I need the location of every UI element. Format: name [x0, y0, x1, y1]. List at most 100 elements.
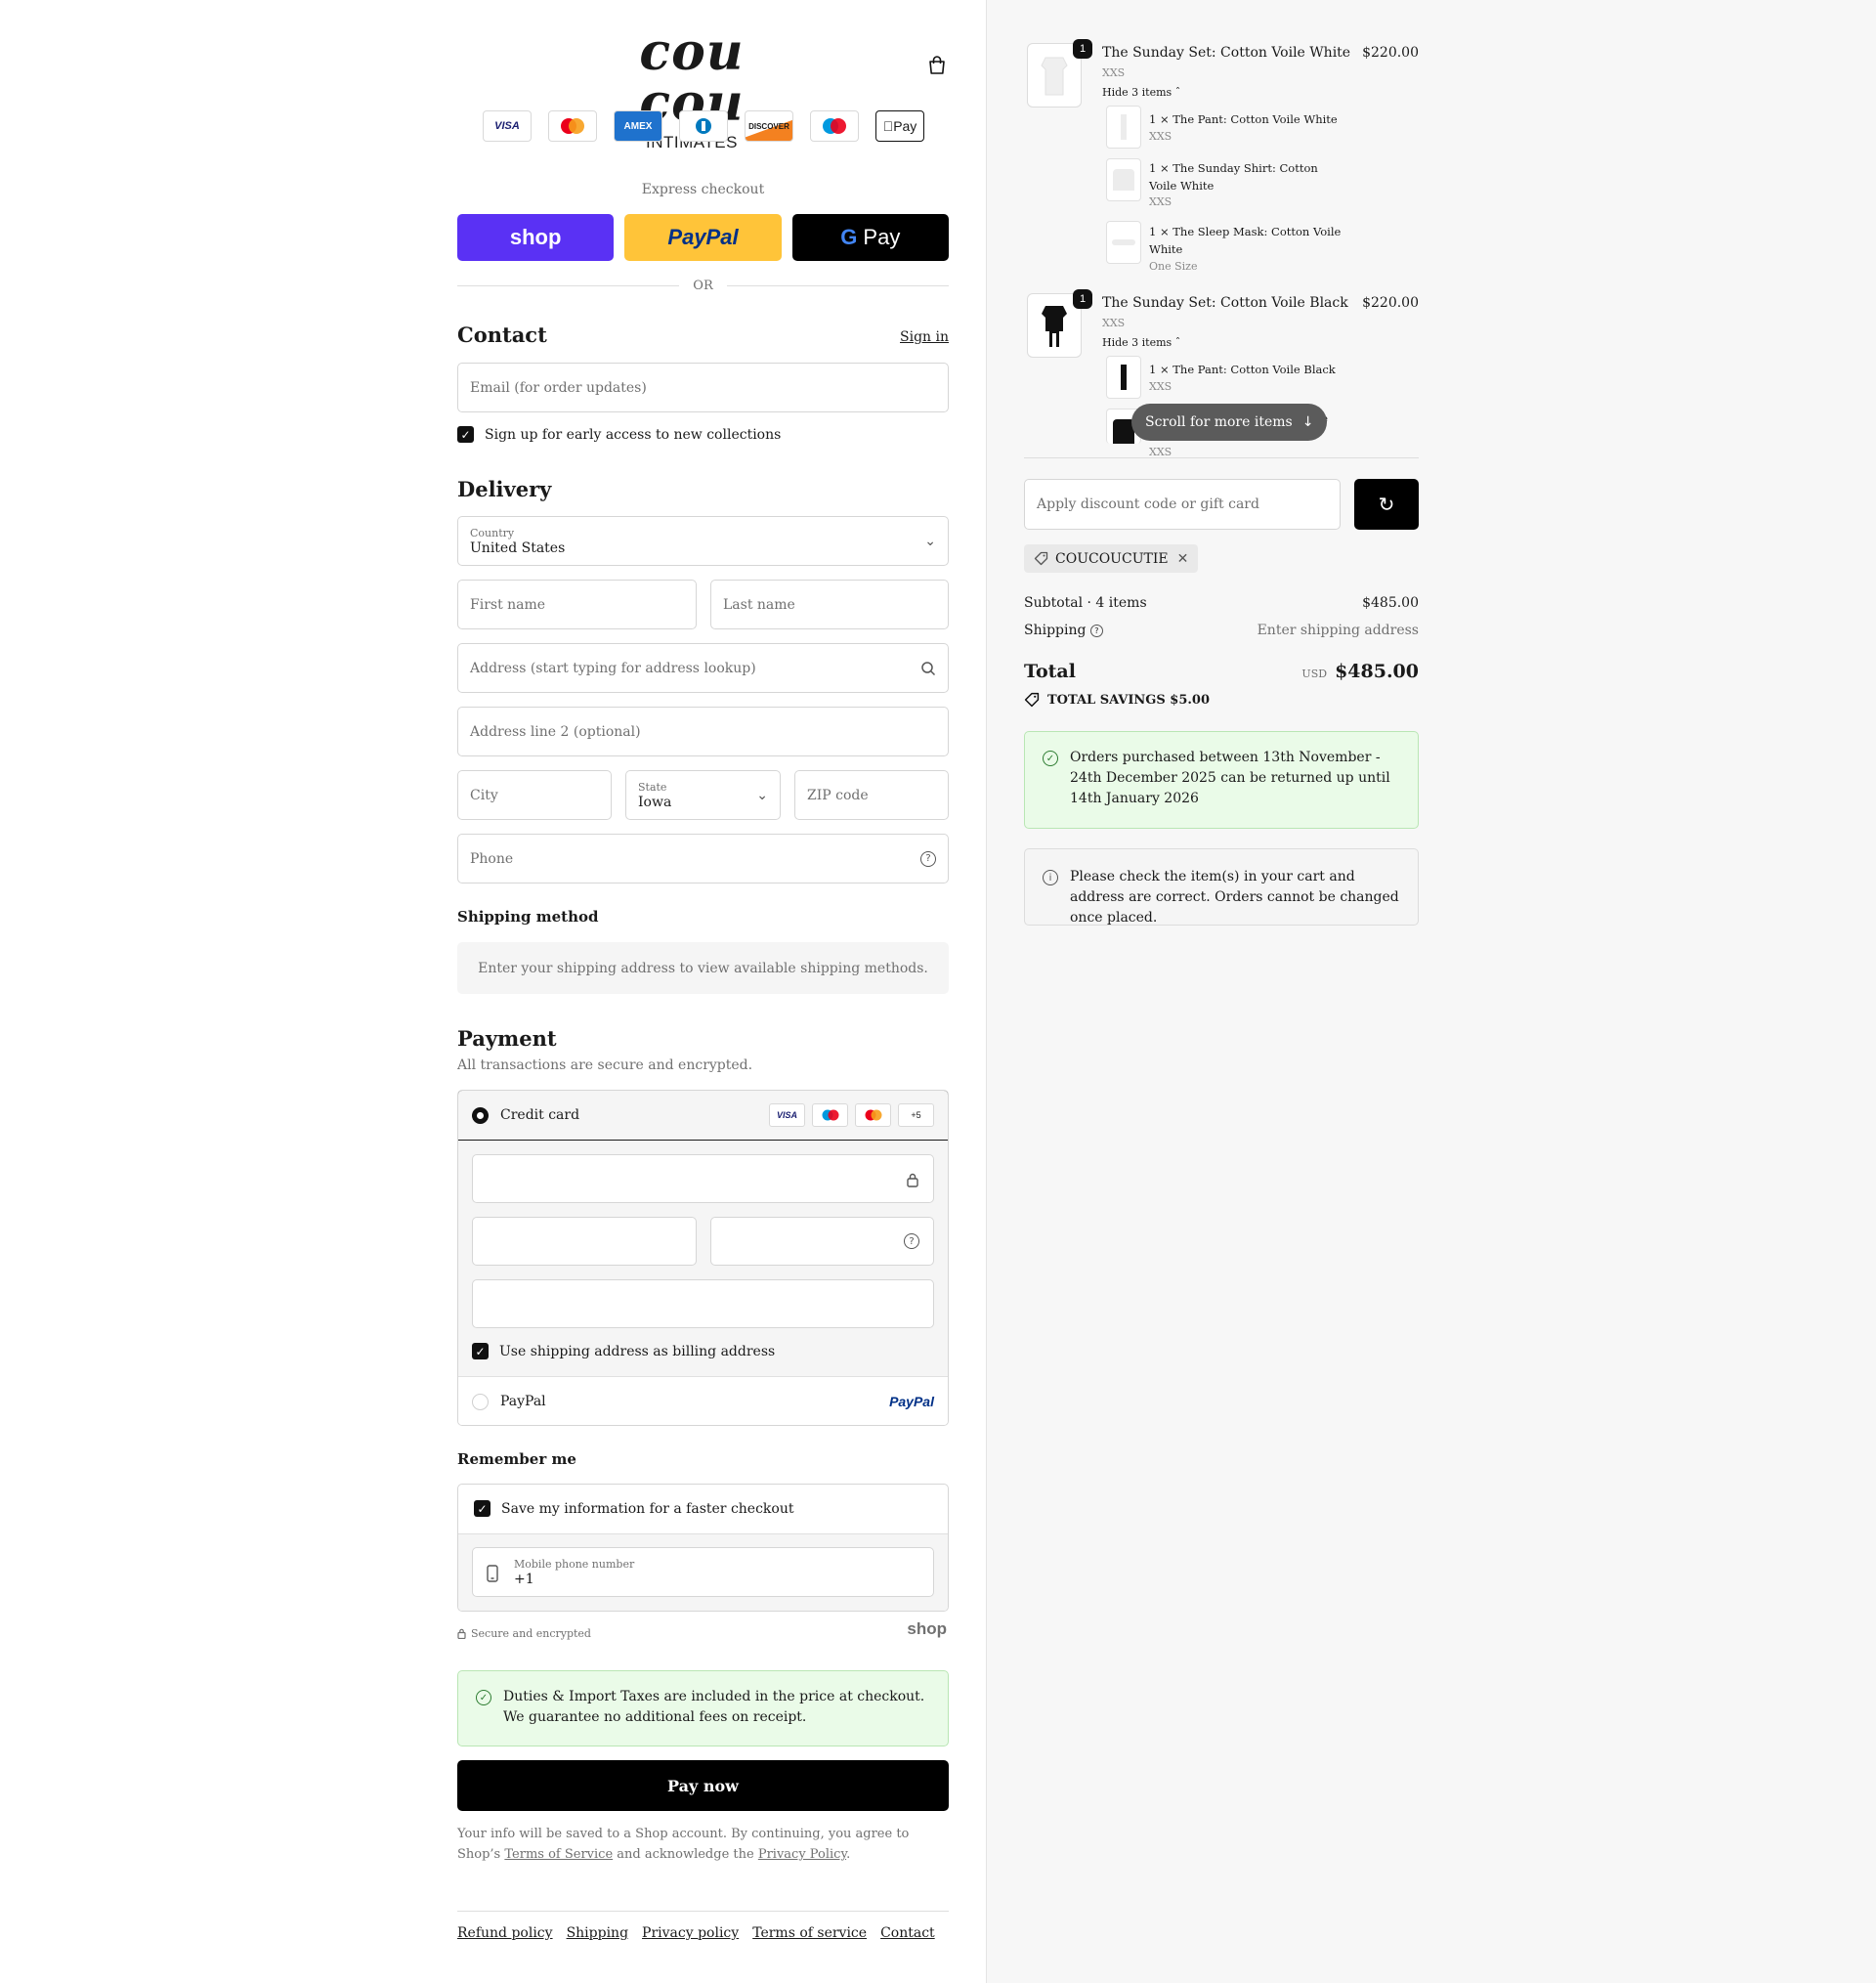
delivery-heading: Delivery — [457, 477, 552, 501]
bundle-item-variant: One Size — [1149, 260, 1198, 273]
remove-discount-icon[interactable]: ✕ — [1177, 551, 1189, 567]
express-checkout-label: Express checkout — [641, 182, 765, 197]
mastercard-logo — [548, 110, 597, 142]
maestro-logo — [812, 1103, 848, 1127]
save-info-row[interactable]: ✓ Save my information for a faster check… — [474, 1500, 794, 1517]
mobile-phone-field[interactable]: Mobile phone number +1 — [472, 1547, 934, 1597]
billing-same-label: Use shipping address as billing address — [499, 1343, 776, 1359]
amex-logo: AMEX — [614, 110, 662, 142]
bundle-item-title: 1 × The Sunday Shirt: Cotton Voile White — [1149, 161, 1318, 193]
bundle-item-title: 1 × The Sleep Mask: Cotton Voile White — [1149, 225, 1342, 256]
billing-same-row[interactable]: ✓ Use shipping address as billing addres… — [472, 1343, 775, 1359]
privacy-policy-link[interactable]: Privacy Policy — [758, 1847, 846, 1862]
credit-card-radio[interactable] — [472, 1106, 489, 1124]
help-icon[interactable]: ? — [1089, 624, 1103, 637]
apply-discount-button[interactable]: ↻ — [1354, 479, 1419, 530]
shop-logo: shop — [907, 1619, 947, 1638]
bundle-item-variant: XXS — [1149, 195, 1172, 208]
order-check-notice: i Please check the item(s) in your cart … — [1024, 848, 1419, 926]
express-checkout-buttons: shop PayPal G Pay — [457, 214, 949, 261]
visa-logo: VISA — [769, 1103, 805, 1127]
google-pay-button[interactable]: G Pay — [791, 214, 949, 261]
contact-heading: Contact — [457, 323, 547, 347]
hide-items-toggle[interactable]: Hide 3 items ˆ — [1102, 86, 1180, 99]
info-icon: i — [1043, 870, 1058, 885]
chevron-up-icon: ˆ — [1174, 336, 1181, 349]
email-field[interactable]: Email (for order updates) — [457, 363, 949, 412]
discover-logo: DISCOVER — [745, 110, 793, 142]
scroll-for-more-button[interactable]: Scroll for more items ↓ — [1131, 404, 1328, 441]
product-price: $220.00 — [1362, 45, 1419, 61]
item-thumbnail — [1106, 221, 1141, 264]
credit-card-label: Credit card — [500, 1107, 580, 1123]
shipping-method-notice: Enter your shipping address to view avai… — [457, 942, 949, 994]
paypal-button[interactable]: PayPal — [624, 214, 782, 261]
chevron-down-icon: ⌄ — [924, 533, 936, 549]
accepted-payment-logos: VISA AMEX DISCOVER Pay — [483, 110, 924, 142]
card-number-field[interactable] — [472, 1154, 934, 1203]
paypal-label: PayPal — [500, 1394, 546, 1409]
paypal-logo: PayPal — [889, 1394, 934, 1409]
state-select[interactable]: State Iowa ⌄ — [625, 770, 781, 820]
terms-of-service-footer-link[interactable]: Terms of service — [752, 1925, 867, 1941]
help-icon[interactable]: ? — [904, 1233, 919, 1249]
shipping-link[interactable]: Shipping — [567, 1925, 628, 1941]
discount-code-field[interactable]: Apply discount code or gift card — [1024, 479, 1341, 530]
privacy-policy-footer-link[interactable]: Privacy policy — [642, 1925, 739, 1941]
address-field[interactable]: Address (start typing for address lookup… — [457, 643, 949, 693]
country-select[interactable]: Country United States ⌄ — [457, 516, 949, 566]
chevron-up-icon: ˆ — [1174, 86, 1181, 99]
paypal-radio[interactable] — [472, 1393, 489, 1410]
newsletter-checkbox-row[interactable]: ✓ Sign up for early access to new collec… — [457, 426, 781, 443]
shipping-method-heading: Shipping method — [457, 908, 599, 926]
security-code-field[interactable]: ? — [710, 1217, 934, 1266]
lock-icon — [457, 1628, 466, 1639]
tag-icon — [1034, 551, 1048, 566]
check-circle-icon: ✓ — [1043, 751, 1058, 766]
contact-link[interactable]: Contact — [880, 1925, 935, 1941]
more-cards-badge: +5 — [898, 1103, 934, 1127]
item-thumbnail — [1106, 158, 1141, 201]
pay-now-button[interactable]: Pay now — [457, 1760, 949, 1811]
shipping-row: Shipping ? Enter shipping address — [1024, 623, 1419, 638]
bundle-item-variant: XXS — [1149, 380, 1172, 393]
apple-pay-logo: Pay — [875, 110, 924, 142]
help-icon[interactable]: ? — [920, 850, 936, 867]
expiration-date-field[interactable] — [472, 1217, 697, 1266]
mastercard-logo — [855, 1103, 891, 1127]
refund-policy-link[interactable]: Refund policy — [457, 1925, 553, 1941]
save-info-label: Save my information for a faster checkou… — [501, 1500, 794, 1517]
credit-card-form: ? ✓ Use shipping address as billing addr… — [458, 1141, 948, 1376]
name-on-card-field[interactable] — [472, 1279, 934, 1328]
lock-icon — [907, 1173, 918, 1187]
chevron-down-icon: ⌄ — [756, 787, 768, 803]
phone-field[interactable]: Phone ? — [457, 834, 949, 884]
newsletter-checkbox[interactable]: ✓ — [457, 426, 474, 443]
quantity-badge: 1 — [1073, 289, 1092, 309]
billing-same-checkbox[interactable]: ✓ — [472, 1343, 489, 1359]
paypal-option[interactable]: PayPal PayPal — [458, 1376, 948, 1425]
product-title: The Sunday Set: Cotton Voile Black — [1102, 295, 1348, 311]
terms-of-service-link[interactable]: Terms of Service — [504, 1847, 613, 1862]
credit-card-option[interactable]: Credit card VISA +5 — [458, 1091, 948, 1141]
address-line2-field[interactable]: Address line 2 (optional) — [457, 707, 949, 756]
payment-subtitle: All transactions are secure and encrypte… — [457, 1057, 753, 1073]
visa-logo: VISA — [483, 110, 532, 142]
duties-notice: ✓ Duties & Import Taxes are included in … — [457, 1670, 949, 1746]
total-savings: TOTAL SAVINGS $5.00 — [1024, 692, 1210, 708]
diners-logo — [679, 110, 728, 142]
zip-field[interactable]: ZIP code — [794, 770, 949, 820]
shop-pay-button[interactable]: shop — [457, 214, 615, 261]
total-row: Total USD $485.00 — [1024, 661, 1419, 682]
item-thumbnail — [1106, 356, 1141, 399]
last-name-field[interactable]: Last name — [710, 580, 949, 629]
hide-items-toggle[interactable]: Hide 3 items ˆ — [1102, 336, 1180, 349]
legal-notice: Your info will be saved to a Shop accoun… — [457, 1827, 910, 1862]
city-field[interactable]: City — [457, 770, 612, 820]
sign-in-link[interactable]: Sign in — [900, 329, 949, 345]
first-name-field[interactable]: First name — [457, 580, 697, 629]
or-divider: OR — [457, 279, 950, 293]
save-info-checkbox[interactable]: ✓ — [474, 1500, 490, 1517]
discount-code-label: COUCOUCUTIE — [1055, 550, 1169, 567]
cart-icon[interactable] — [926, 55, 948, 76]
